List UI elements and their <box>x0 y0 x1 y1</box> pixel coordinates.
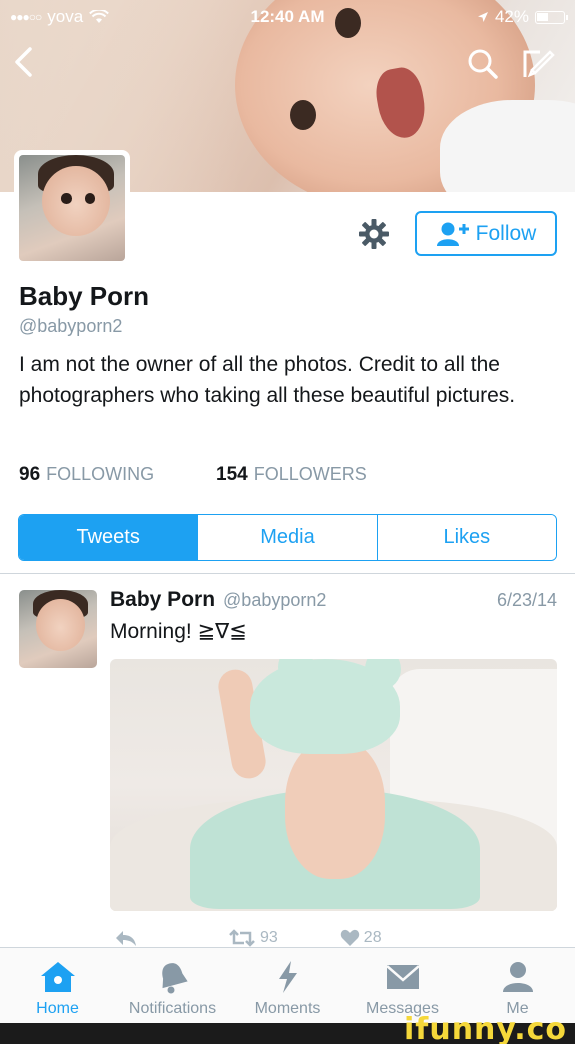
photo-baby <box>285 739 385 879</box>
banner-eye <box>290 100 316 130</box>
avatar-face <box>42 165 111 236</box>
tabbar-notifications-label: Notifications <box>128 1000 217 1017</box>
follow-button[interactable]: Follow <box>415 211 557 256</box>
avatar-eye <box>61 193 72 204</box>
follow-label: Follow <box>475 221 537 245</box>
envelope-icon <box>385 965 420 989</box>
tweet-author-name[interactable]: Baby Porn <box>110 588 215 612</box>
retweet-button[interactable]: 93 <box>228 929 278 947</box>
avatar-face <box>36 599 85 651</box>
profile-tabs: Tweets Media Likes <box>18 514 557 561</box>
avatar-eye <box>84 193 96 204</box>
retweet-count: 93 <box>260 929 278 946</box>
followers-label: FOLLOWERS <box>253 464 367 484</box>
settings-button[interactable] <box>357 217 391 251</box>
home-icon <box>40 962 75 992</box>
tweet-photo[interactable] <box>110 659 557 911</box>
add-user-icon <box>436 222 469 246</box>
back-button[interactable] <box>12 46 34 83</box>
bell-icon <box>161 963 188 994</box>
person-icon <box>502 962 533 992</box>
watermark-logo: ifunny.co <box>404 1012 567 1044</box>
reply-icon <box>116 931 136 946</box>
tab-tweets[interactable]: Tweets <box>19 515 199 560</box>
profile-avatar[interactable] <box>14 150 130 266</box>
tabbar-moments-label: Moments <box>254 1000 321 1017</box>
lightning-icon <box>278 961 297 993</box>
followers-count: 154 <box>216 464 248 485</box>
like-button[interactable]: 28 <box>340 929 382 947</box>
reply-button[interactable] <box>114 929 138 947</box>
like-count: 28 <box>363 929 382 946</box>
followers-stat[interactable]: 154 FOLLOWERS <box>216 464 367 486</box>
tweet-actions: 93 28 <box>110 928 557 948</box>
tabbar-home[interactable]: Home <box>0 948 115 1023</box>
search-icon <box>468 49 498 79</box>
tab-likes[interactable]: Likes <box>377 515 556 560</box>
tweet-header: Baby Porn @babyporn2 6/23/14 <box>110 588 557 612</box>
tweet-author-handle: @babyporn2 <box>223 590 327 610</box>
profile-avatar-image <box>19 155 125 261</box>
battery-icon <box>535 10 568 24</box>
profile-name: Baby Porn <box>19 281 150 311</box>
status-bar: ●●●○○ yova 12:40 AM 42% <box>0 0 575 34</box>
tweet-avatar[interactable] <box>19 590 97 668</box>
compose-icon <box>523 50 555 78</box>
following-count: 96 <box>19 464 41 485</box>
status-time: 12:40 AM <box>250 7 325 26</box>
following-stat[interactable]: 96 FOLLOWING <box>19 464 216 486</box>
chevron-left-icon <box>15 47 32 77</box>
following-label: FOLLOWING <box>46 464 155 484</box>
tabbar-home-label: Home <box>36 1000 79 1017</box>
tabbar-moments[interactable]: Moments <box>230 948 345 1023</box>
profile-bio: I am not the owner of all the photos. Cr… <box>19 353 516 407</box>
profile-handle: @babyporn2 <box>19 316 123 336</box>
heart-icon <box>340 929 360 946</box>
compose-tweet-button[interactable] <box>522 46 556 85</box>
retweet-icon <box>229 929 255 947</box>
tabbar-notifications[interactable]: Notifications <box>115 948 230 1023</box>
search-button[interactable] <box>467 48 499 85</box>
profile-stats: 96 FOLLOWING 154 FOLLOWERS <box>19 464 367 486</box>
banner-blanket <box>440 100 575 192</box>
gear-icon <box>359 219 389 249</box>
divider <box>0 573 575 574</box>
tweet-text: Morning! ≧∇≦ <box>110 620 247 643</box>
tweet-date: 6/23/14 <box>496 590 557 610</box>
tab-media[interactable]: Media <box>198 515 378 560</box>
